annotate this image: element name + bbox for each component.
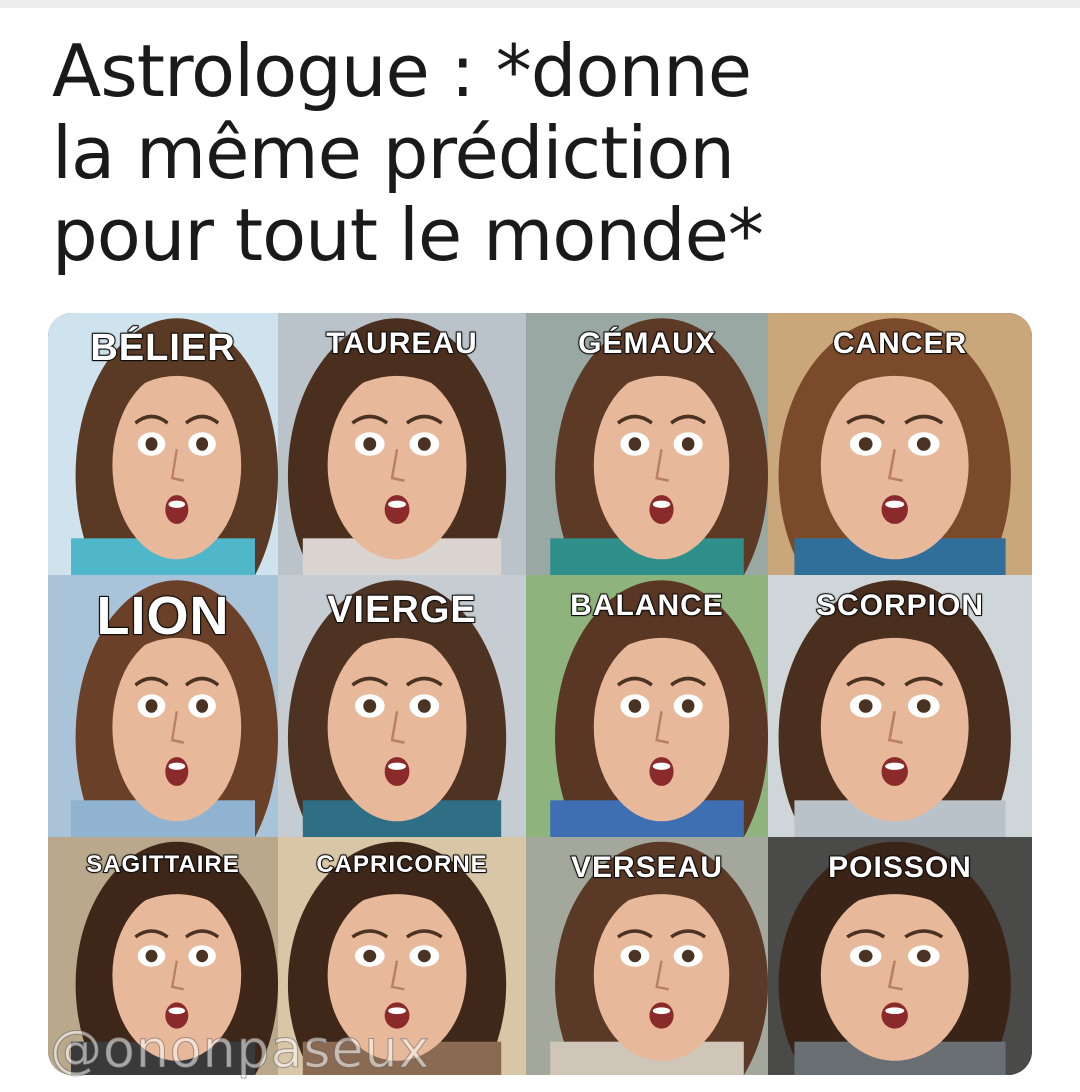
tile-cancer: CANCER [768, 313, 1032, 575]
tile-poisson: POISSON [768, 837, 1032, 1075]
sign-label: GÉMAUX [577, 326, 716, 361]
sign-label: BALANCE [569, 588, 724, 623]
tile-gemaux: GÉMAUX [526, 313, 768, 575]
sign-label: SAGITTAIRE [85, 850, 240, 879]
tile-balance: BALANCE [526, 575, 768, 837]
sign-label: TAUREAU [325, 326, 478, 361]
sign-label: POISSON [827, 850, 972, 885]
caption-line-2: la même prédiction [52, 111, 735, 195]
zodiac-image-grid: BÉLIER TAUREAU GÉMAUX CANCER LION VIERGE… [48, 313, 1032, 1075]
tile-lion: LION [48, 575, 278, 837]
sign-label: VIERGE [326, 588, 477, 632]
sign-label: BÉLIER [89, 326, 236, 370]
tile-vierge: VIERGE [278, 575, 526, 837]
sign-label: SCORPION [815, 588, 985, 623]
caption-line-1: Astrologue : *donne [52, 29, 752, 113]
sign-label: CANCER [832, 326, 968, 361]
meme-caption: Astrologue : *donne la même prédiction p… [52, 30, 1052, 276]
sign-label: VERSEAU [570, 850, 724, 885]
tile-verseau: VERSEAU [526, 837, 768, 1075]
sign-label: LION [96, 585, 230, 647]
tile-belier: BÉLIER [48, 313, 278, 575]
tile-taureau: TAUREAU [278, 313, 526, 575]
sign-label: CAPRICORNE [315, 850, 488, 879]
watermark-handle: @ononpaseux [49, 1020, 431, 1081]
caption-line-3: pour tout le monde* [52, 193, 764, 277]
top-divider [0, 0, 1080, 8]
tile-scorpion: SCORPION [768, 575, 1032, 837]
